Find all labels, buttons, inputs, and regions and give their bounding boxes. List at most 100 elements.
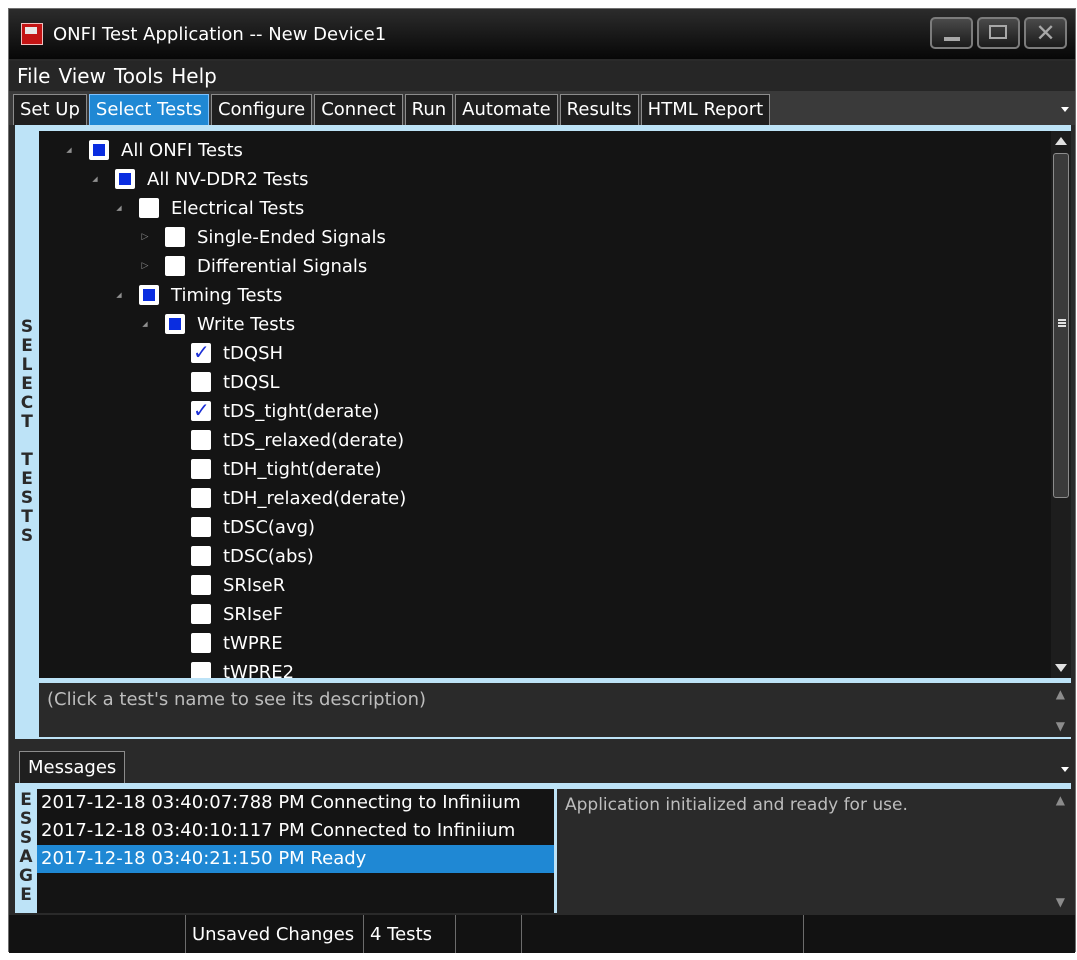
tree-row[interactable]: ◢ Write Tests [139, 310, 295, 338]
test-label[interactable]: tDQSL [223, 372, 280, 393]
test-label[interactable]: Electrical Tests [171, 198, 304, 219]
tree-row[interactable]: tDH_relaxed(derate) [165, 484, 406, 512]
side-label-letter [24, 432, 30, 451]
collapsed-arrow-icon[interactable]: ▷ [139, 231, 151, 243]
test-checkbox[interactable] [191, 459, 211, 479]
test-label[interactable]: tDSC(abs) [223, 546, 314, 567]
tree-row[interactable]: tDS_relaxed(derate) [165, 426, 404, 454]
tab-results[interactable]: Results [559, 94, 639, 125]
test-checkbox[interactable] [191, 575, 211, 595]
side-label-letter: C [20, 393, 34, 413]
tree-row[interactable]: tDS_tight(derate) [165, 397, 379, 425]
expanded-arrow-icon[interactable]: ◢ [139, 318, 151, 330]
test-label[interactable]: Single-Ended Signals [197, 227, 386, 248]
tree-row[interactable]: SRIseR [165, 571, 285, 599]
test-checkbox[interactable] [139, 198, 159, 218]
test-checkbox[interactable] [165, 256, 185, 276]
test-checkbox[interactable] [191, 604, 211, 624]
tab-html-report[interactable]: HTML Report [640, 94, 771, 125]
tree-row[interactable]: tDQSL [165, 368, 280, 396]
desc-scroll-down-icon[interactable]: ▼ [1056, 719, 1065, 733]
tree-row[interactable]: ▷ Differential Signals [139, 252, 368, 280]
test-label[interactable]: SRIseF [223, 604, 283, 625]
expanded-arrow-icon[interactable]: ◢ [63, 144, 75, 156]
test-label[interactable]: tDS_tight(derate) [223, 401, 379, 422]
tab-messages[interactable]: Messages [19, 751, 126, 784]
tree-row[interactable]: tDSC(abs) [165, 542, 314, 570]
messages-overflow-icon[interactable] [1061, 767, 1069, 772]
test-checkbox[interactable] [139, 285, 159, 305]
test-label[interactable]: tWPRE2 [223, 662, 294, 679]
test-label[interactable]: tDS_relaxed(derate) [223, 430, 404, 451]
message-row[interactable]: 2017-12-18 03:40:07:788 PM Connecting to… [37, 789, 554, 817]
test-label[interactable]: Differential Signals [197, 256, 367, 277]
app-logo-icon [21, 23, 43, 45]
tree-row[interactable]: tWPRE [165, 629, 283, 657]
test-label[interactable]: tWPRE [223, 633, 283, 654]
test-checkbox[interactable] [115, 169, 135, 189]
test-label[interactable]: Write Tests [197, 314, 295, 335]
test-checkbox[interactable] [165, 314, 185, 334]
test-checkbox[interactable] [191, 546, 211, 566]
test-checkbox[interactable] [191, 633, 211, 653]
test-label[interactable]: tDH_relaxed(derate) [223, 488, 406, 509]
tab-select-tests[interactable]: Select Tests [88, 94, 209, 125]
tab-connect[interactable]: Connect [314, 94, 403, 125]
detail-scroll-up-icon[interactable]: ▲ [1056, 793, 1065, 807]
message-row[interactable]: 2017-12-18 03:40:21:150 PM Ready [37, 845, 554, 873]
message-row[interactable]: 2017-12-18 03:40:10:117 PM Connected to … [37, 817, 554, 845]
test-label[interactable]: All NV-DDR2 Tests [147, 169, 308, 190]
tree-row[interactable]: ◢ Electrical Tests [113, 194, 304, 222]
tab-run[interactable]: Run [404, 94, 454, 125]
title-bar[interactable]: ONFI Test Application -- New Device1 ✕ [9, 9, 1075, 59]
test-checkbox[interactable] [191, 662, 211, 678]
detail-scroll-down-icon[interactable]: ▼ [1056, 895, 1065, 909]
test-label[interactable]: All ONFI Tests [121, 140, 243, 161]
tree-row[interactable]: ▷ Single-Ended Signals [139, 223, 386, 251]
tree-row[interactable]: ◢ All ONFI Tests [63, 136, 243, 164]
tree-row[interactable]: tWPRE2 [165, 658, 294, 678]
desc-scroll-up-icon[interactable]: ▲ [1056, 687, 1065, 701]
expanded-arrow-icon[interactable]: ◢ [89, 173, 101, 185]
tree-row[interactable]: tDSC(avg) [165, 513, 315, 541]
collapsed-arrow-icon[interactable]: ▷ [139, 260, 151, 272]
tree-scrollbar[interactable] [1051, 131, 1071, 678]
test-checkbox[interactable] [191, 398, 211, 422]
menu-view[interactable]: View [58, 64, 105, 88]
tree-row[interactable]: tDH_tight(derate) [165, 455, 382, 483]
scroll-thumb[interactable] [1053, 153, 1069, 498]
expanded-arrow-icon[interactable]: ◢ [113, 289, 125, 301]
test-label[interactable]: tDSC(avg) [223, 517, 315, 538]
test-label[interactable]: tDQSH [223, 343, 283, 364]
tree-row[interactable]: ◢ Timing Tests [113, 281, 282, 309]
maximize-button[interactable] [977, 17, 1020, 49]
menu-file[interactable]: File [17, 64, 50, 88]
test-checkbox[interactable] [89, 140, 109, 160]
message-list[interactable]: 2017-12-18 03:40:07:788 PM Connecting to… [37, 789, 554, 913]
tab-set-up[interactable]: Set Up [13, 94, 87, 125]
scroll-down-icon[interactable] [1055, 664, 1067, 672]
test-checkbox[interactable] [165, 227, 185, 247]
close-button[interactable]: ✕ [1024, 17, 1067, 49]
test-checkbox[interactable] [191, 340, 211, 364]
test-checkbox[interactable] [191, 430, 211, 450]
tab-overflow-icon[interactable] [1061, 107, 1069, 112]
test-checkbox[interactable] [191, 488, 211, 508]
messages-side-letter: S [19, 828, 33, 848]
expanded-arrow-icon[interactable]: ◢ [113, 202, 125, 214]
tab-automate[interactable]: Automate [455, 94, 558, 125]
menu-help[interactable]: Help [171, 64, 217, 88]
test-label[interactable]: Timing Tests [171, 285, 282, 306]
minimize-button[interactable] [930, 17, 973, 49]
test-label[interactable]: tDH_tight(derate) [223, 459, 382, 480]
tab-configure[interactable]: Configure [210, 94, 313, 125]
test-checkbox[interactable] [191, 517, 211, 537]
tree-row[interactable]: ◢ All NV-DDR2 Tests [89, 165, 308, 193]
menu-tools[interactable]: Tools [114, 64, 163, 88]
tree-row[interactable]: tDQSH [165, 339, 283, 367]
test-label[interactable]: SRIseR [223, 575, 285, 596]
test-checkbox[interactable] [191, 372, 211, 392]
tree-row[interactable]: SRIseF [165, 600, 283, 628]
scroll-up-icon[interactable] [1055, 137, 1067, 145]
